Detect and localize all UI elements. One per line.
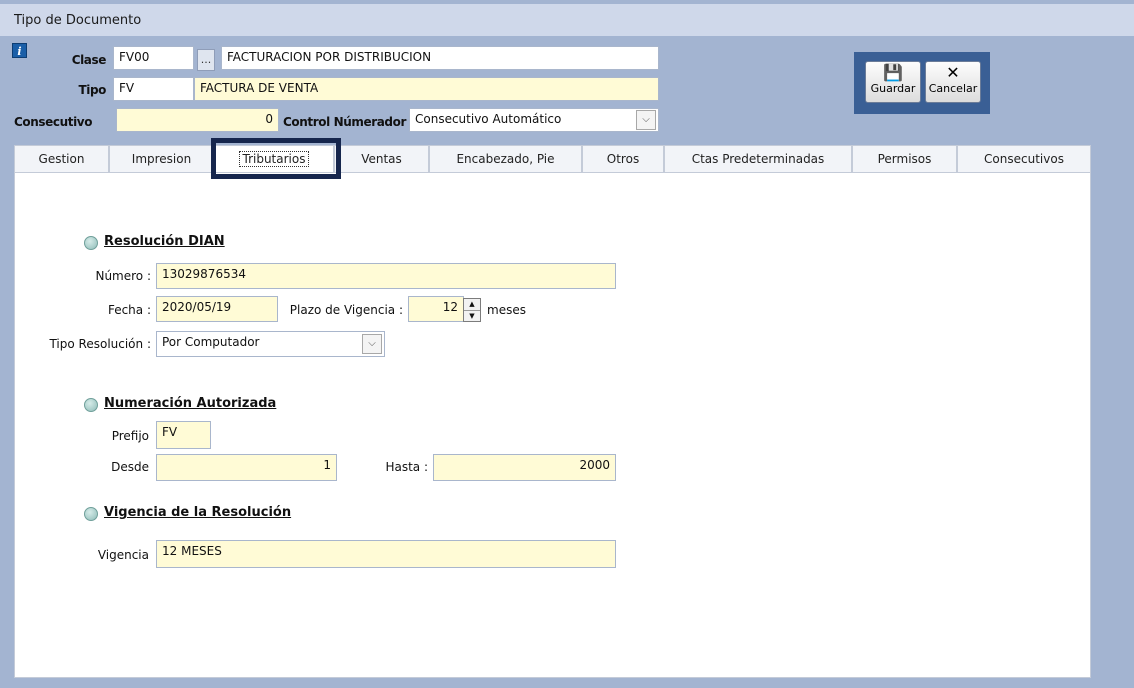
tab-ctas-predeterminadas[interactable]: Ctas Predeterminadas	[664, 145, 852, 173]
tab-impresion[interactable]: Impresion	[109, 145, 214, 173]
tipo-label: Tipo	[78, 83, 106, 97]
tab-ventas[interactable]: Ventas	[334, 145, 429, 173]
desde-label: Desde	[111, 460, 149, 474]
circle-bullet-icon	[84, 398, 98, 412]
vigencia-resolucion-title: Vigencia de la Resolución	[104, 505, 292, 520]
numero-field[interactable]: 13029876534	[156, 263, 616, 289]
tipo-resolucion-select[interactable]: Por Computador	[156, 331, 385, 357]
document-type-window: Tipo de Documento i Clase FV00 ... FACTU…	[0, 0, 1134, 688]
numero-label: Número :	[95, 269, 151, 283]
tab-gestion[interactable]: Gestion	[14, 145, 109, 173]
info-icon[interactable]: i	[12, 43, 27, 58]
chevron-down-icon[interactable]: ⌵	[636, 110, 656, 130]
chevron-down-icon[interactable]: ⌵	[362, 334, 382, 354]
control-numerador-select[interactable]: Consecutivo Automático	[409, 108, 659, 132]
tipo-code-field[interactable]: FV	[113, 77, 194, 101]
tab-strip: Gestion Impresion Tributarios Ventas Enc…	[14, 145, 1091, 173]
plazo-vigencia-label: Plazo de Vigencia :	[289, 303, 403, 317]
spin-down-icon[interactable]: ▼	[464, 310, 480, 321]
guardar-label: Guardar	[870, 82, 916, 95]
tab-otros[interactable]: Otros	[582, 145, 664, 173]
clase-code-field[interactable]: FV00	[113, 46, 194, 70]
control-numerador-label: Control Númerador :	[283, 115, 415, 129]
clase-label: Clase	[71, 53, 107, 67]
fecha-field[interactable]: 2020/05/19	[156, 296, 278, 322]
tab-consecutivos[interactable]: Consecutivos	[957, 145, 1091, 173]
tributarios-panel: Resolución DIAN Número : 13029876534 Fec…	[14, 172, 1091, 678]
spin-arrows-icon[interactable]: ▲ ▼	[463, 298, 481, 322]
fecha-label: Fecha :	[107, 303, 151, 317]
clase-description-field[interactable]: FACTURACION POR DISTRIBUCION	[221, 46, 659, 70]
cancelar-button[interactable]: ✕ Cancelar	[925, 61, 981, 103]
floppy-disk-icon: 💾	[883, 63, 903, 82]
numeracion-autorizada-title: Numeración Autorizada	[104, 396, 277, 411]
cancelar-label: Cancelar	[928, 82, 978, 95]
tab-tributarios[interactable]: Tributarios	[214, 145, 334, 173]
window-title: Tipo de Documento	[0, 4, 1134, 36]
hasta-field[interactable]: 2000	[433, 454, 616, 481]
tipo-resolucion-value: Por Computador	[162, 335, 260, 349]
consecutivo-field[interactable]: 0	[116, 108, 279, 132]
resolucion-dian-title: Resolución DIAN	[104, 234, 225, 249]
prefijo-field[interactable]: FV	[156, 421, 211, 449]
hasta-label: Hasta :	[385, 460, 428, 474]
toolbar-panel: 💾 Guardar ✕ Cancelar	[854, 52, 990, 114]
tab-encabezado-pie[interactable]: Encabezado, Pie	[429, 145, 582, 173]
consecutivo-label: Consecutivo	[14, 115, 93, 129]
prefijo-label: Prefijo	[111, 429, 149, 443]
tab-permisos[interactable]: Permisos	[852, 145, 957, 173]
circle-bullet-icon	[84, 507, 98, 521]
vigencia-label: Vigencia	[97, 548, 149, 562]
plazo-unit: meses	[487, 303, 526, 317]
guardar-button[interactable]: 💾 Guardar	[865, 61, 921, 103]
control-numerador-value: Consecutivo Automático	[415, 112, 562, 126]
circle-bullet-icon	[84, 236, 98, 250]
desde-field[interactable]: 1	[156, 454, 337, 481]
plazo-vigencia-field[interactable]: 12	[408, 296, 464, 322]
tipo-resolucion-label: Tipo Resolución :	[49, 337, 151, 351]
clase-lookup-button[interactable]: ...	[197, 49, 215, 71]
vigencia-field[interactable]: 12 MESES	[156, 540, 616, 568]
tipo-description-field[interactable]: FACTURA DE VENTA	[194, 77, 659, 101]
tab-tributarios-label: Tributarios	[238, 151, 310, 167]
spin-up-icon[interactable]: ▲	[464, 299, 480, 310]
cross-icon: ✕	[946, 63, 960, 82]
